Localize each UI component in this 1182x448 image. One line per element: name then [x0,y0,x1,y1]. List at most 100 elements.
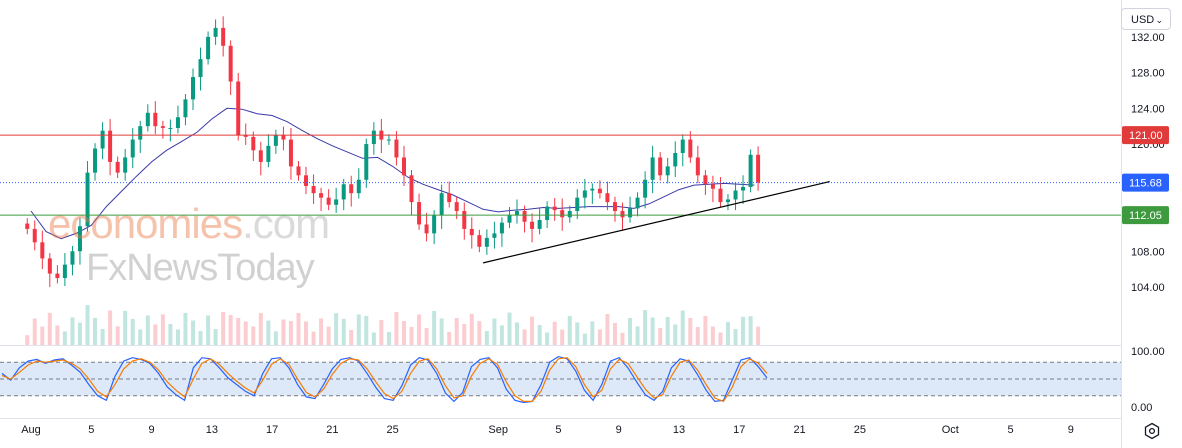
volume-bar [364,316,369,345]
time-tick-label: Aug [21,424,41,436]
candle [484,229,489,255]
volume-bar [409,327,414,345]
volume-bar [725,322,730,345]
candle [123,148,128,181]
candle [756,146,761,191]
volume-bar [130,319,135,345]
volume-bar [221,312,226,345]
price-tick-label: 124.00 [1131,103,1165,115]
candle [130,127,135,169]
volume-bar [620,332,625,345]
currency-selector[interactable]: USD ⌄ [1121,8,1171,30]
candle [236,73,241,141]
volume-bar [703,316,708,345]
volume-bar [514,322,519,345]
volume-bar [680,310,685,345]
volume-bar [266,320,271,345]
volume-bar [160,314,165,345]
candle [379,119,384,153]
volume-bar [228,315,233,345]
price-axis[interactable]: 132.00128.00124.00120.00108.00104.00 [1131,32,1165,294]
candle [530,213,535,243]
volume-bar [100,329,105,345]
volume-bar [273,331,278,345]
resistance-price-label: 121.00 [1129,130,1163,142]
volume-bar [153,324,158,345]
candle [417,193,422,230]
candle [251,131,256,162]
volume-bar [424,328,429,345]
candle [710,175,715,203]
time-tick-label: 25 [854,424,866,436]
candle [108,119,113,176]
candle [665,157,670,184]
volume-bar [123,310,128,345]
candle [25,218,30,235]
candle [718,177,723,208]
candle [93,143,98,181]
oscillator-tick-label: 0.00 [1131,402,1152,414]
volume-bar [349,330,354,345]
candle [462,202,467,240]
oscillator-axis: 100.00 0.00 [1131,346,1165,414]
support-price-label: 112.05 [1129,210,1162,222]
candle [296,161,301,181]
candle [32,220,37,251]
candle [334,187,339,213]
volume-bar [55,325,60,345]
watermark-brand: economies.com [48,200,330,248]
volume-bar [673,324,678,345]
candle [402,145,406,187]
candle [206,31,211,65]
volume-bar [326,326,331,345]
volume-bar [492,318,497,345]
candle [725,194,730,211]
trendline[interactable] [482,180,830,264]
volume-bar [311,331,316,345]
support-trendline[interactable] [482,180,830,264]
candle [371,122,376,155]
volume-bar [628,318,633,345]
time-axis[interactable]: Aug 5 9 13 17 21 25 Sep 5 9 13 17 21 25 Oct 5 9 [21,424,1074,436]
time-tick-label: 5 [555,424,561,436]
candle [597,180,602,199]
candle [62,253,67,287]
candle [145,104,150,132]
volume-bar [85,305,90,345]
volume-bar [552,321,557,345]
volume-bar [462,324,467,345]
volume-bar [386,332,391,345]
volume-bar [597,329,602,345]
volume-bar [545,332,550,345]
candle [409,169,414,216]
candle [628,196,633,223]
volume-bar [756,326,761,345]
time-tick-label: 5 [88,424,94,436]
main-pane[interactable] [0,16,1121,345]
chevron-down-icon: ⌄ [1155,15,1163,25]
volume-bar [537,325,542,345]
volume-bar [138,329,143,345]
candle [198,47,203,91]
candle [191,68,196,111]
candle [492,221,497,249]
candle [70,245,75,276]
volume-bar [582,333,587,345]
volume-bar [605,314,610,345]
candle [243,123,248,145]
candle [695,145,700,184]
volume-bar [236,318,241,345]
price-tick-label: 132.00 [1131,32,1165,44]
candle [55,265,60,284]
volume-bar [334,313,339,345]
indicator-pane[interactable] [0,355,1121,404]
volume-bar [108,310,113,345]
watermark-brand-main: economies [48,200,243,247]
settings-gear-icon[interactable] [1143,422,1161,440]
volume-bar [522,329,527,345]
candle [341,178,346,211]
volume-bar [356,314,361,345]
volume-bar [733,329,738,345]
volume-bar [198,331,203,345]
candle [288,127,293,180]
